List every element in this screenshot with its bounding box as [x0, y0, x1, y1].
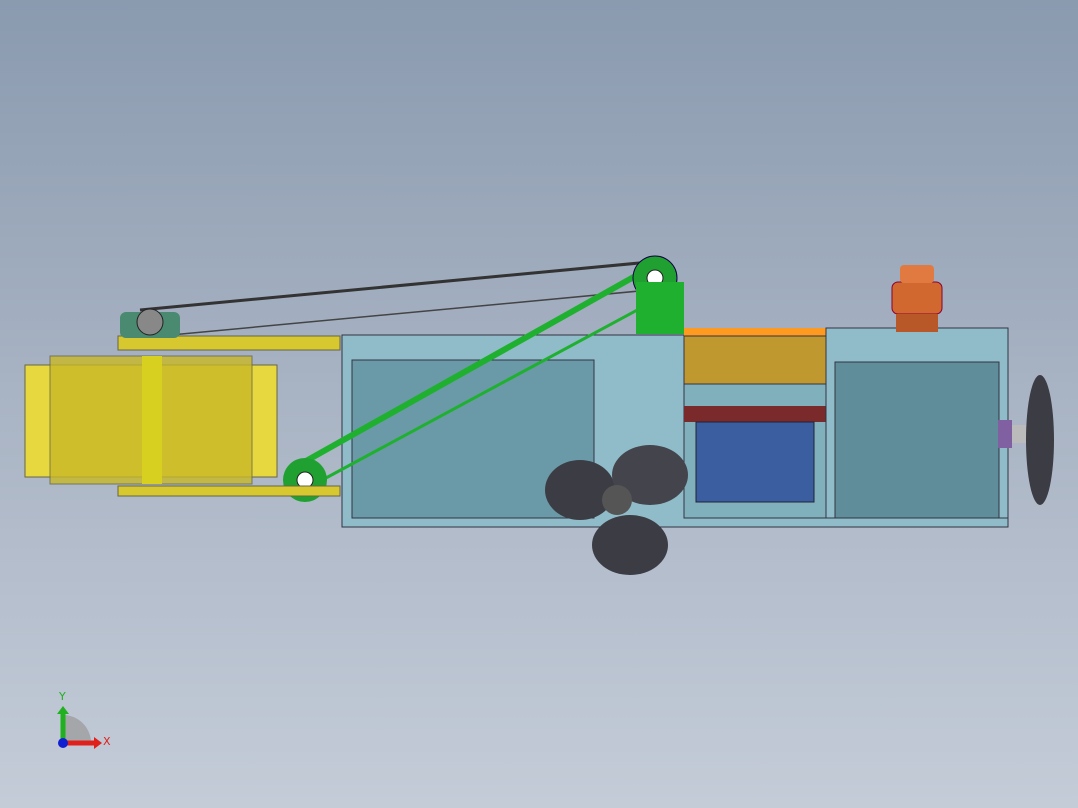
drive-belt: [139, 260, 651, 337]
battery: [683, 335, 827, 385]
top-strip: [684, 328, 826, 336]
tank: [834, 361, 1000, 519]
axis-triad: Y X: [57, 690, 111, 749]
solar-panel: [695, 421, 815, 503]
z-axis-dot: [58, 738, 68, 748]
bracket: [684, 406, 826, 422]
y-axis-label: Y: [58, 690, 66, 703]
motor: [891, 265, 943, 332]
x-axis-label: X: [103, 735, 111, 748]
cad-viewport[interactable]: Y X: [0, 0, 1078, 808]
